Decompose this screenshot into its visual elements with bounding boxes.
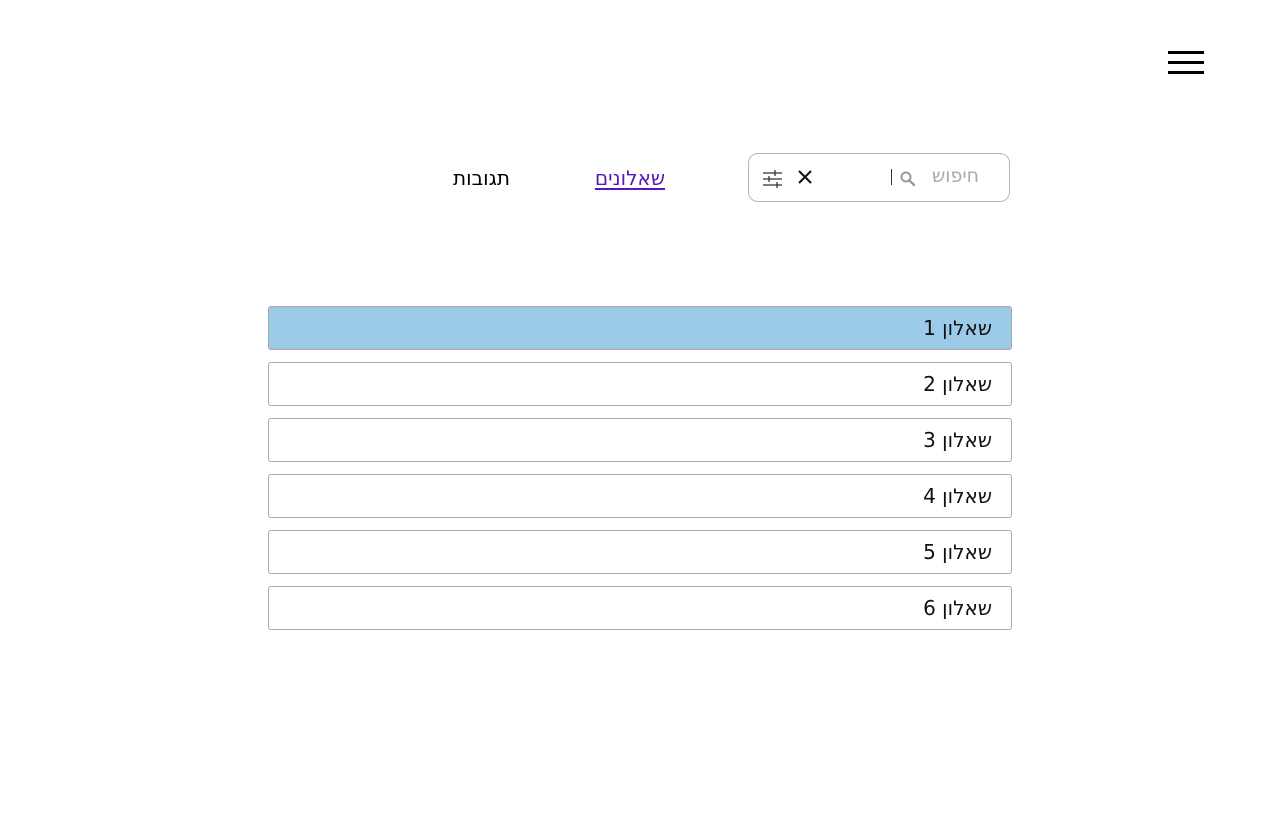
list-item[interactable]: שאלון 1 <box>268 306 1012 350</box>
tab-questionnaires[interactable]: שאלונים <box>595 166 665 190</box>
list-item-label: שאלון 3 <box>923 428 992 452</box>
hamburger-menu-icon[interactable] <box>1166 49 1206 77</box>
list-item-label: שאלון 6 <box>923 596 992 620</box>
clear-icon[interactable] <box>796 168 814 186</box>
menu-bar <box>1168 51 1204 54</box>
list-item[interactable]: שאלון 5 <box>268 530 1012 574</box>
page: חיפוש שאלונים תגובות שאלון 1 שאלון 2 שאל… <box>0 0 1280 832</box>
menu-bar <box>1168 61 1204 64</box>
list-item[interactable]: שאלון 3 <box>268 418 1012 462</box>
search-box[interactable]: חיפוש <box>748 153 1010 202</box>
tab-responses[interactable]: תגובות <box>453 166 510 190</box>
questionnaire-list: שאלון 1 שאלון 2 שאלון 3 שאלון 4 שאלון 5 … <box>268 306 1013 642</box>
list-item-label: שאלון 2 <box>923 372 992 396</box>
text-cursor <box>890 169 892 185</box>
list-item-label: שאלון 4 <box>923 484 992 508</box>
list-item[interactable]: שאלון 4 <box>268 474 1012 518</box>
list-item[interactable]: שאלון 6 <box>268 586 1012 630</box>
list-item-label: שאלון 1 <box>923 316 992 340</box>
list-item[interactable]: שאלון 2 <box>268 362 1012 406</box>
list-item-label: שאלון 5 <box>923 540 992 564</box>
search-icon <box>899 170 917 188</box>
filter-sliders-icon[interactable] <box>762 169 784 189</box>
menu-bar <box>1168 71 1204 74</box>
search-input[interactable]: חיפוש <box>932 165 979 187</box>
